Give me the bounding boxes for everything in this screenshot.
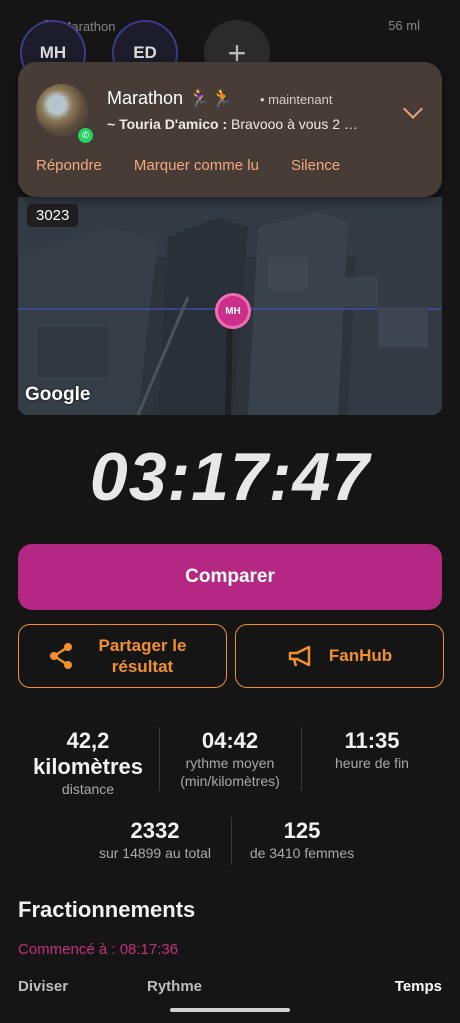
elapsed-timer: 03:17:47 (89, 439, 371, 515)
stat-overall-rank: 2332 sur 14899 au total (80, 818, 230, 862)
pace-value: 04:42 (201, 728, 259, 753)
fanhub-label: FanHub (328, 646, 393, 665)
share-label: Partager le résultat (98, 636, 187, 676)
gesture-nav-bar (0, 995, 460, 1023)
column-pace[interactable]: Rythme (147, 978, 202, 995)
notification-text: Bravooo à vous 2 … (227, 116, 358, 132)
live-map[interactable]: 3023 MH Google (18, 197, 442, 415)
start-time: Commencé à : 08:17:36 (18, 941, 179, 958)
home-handle[interactable] (170, 1008, 290, 1012)
gender-rank-value: 125 (283, 818, 321, 843)
whatsapp-badge-icon: ✆ (76, 126, 95, 145)
gender-rank-label: de 3410 femmes (249, 845, 355, 861)
column-split[interactable]: Diviser (18, 978, 68, 995)
finish-label: heure de fin (335, 755, 409, 771)
notification-time: • maintenant (260, 92, 333, 107)
reply-button[interactable]: Répondre (36, 157, 102, 174)
status-right: 56 ml (388, 18, 420, 33)
notification-message: ~ Touria D'amico : Bravooo à vous 2 … (107, 116, 358, 132)
compare-button[interactable]: Comparer (18, 544, 442, 610)
share-result-button[interactable]: Partager le résultat (18, 624, 227, 688)
stat-finish: 11:35 heure de fin (302, 728, 442, 772)
overall-rank-value: 2332 (130, 818, 180, 843)
splits-title: Fractionnements (18, 897, 196, 922)
notification-title: Marathon 🏃‍♀️🏃 (107, 88, 233, 108)
google-logo: Google (25, 384, 91, 405)
participant-counter: 3023 (27, 204, 79, 227)
notification-sender: ~ Touria D'amico : (107, 116, 228, 132)
stat-pace: 04:42 rythme moyen (min/kilomètres) (160, 728, 300, 790)
overall-rank-label: sur 14899 au total (98, 845, 212, 861)
finish-value: 11:35 (344, 728, 400, 753)
fanhub-button[interactable]: FanHub (235, 624, 444, 688)
column-time[interactable]: Temps (395, 978, 442, 995)
distance-label: distance (61, 781, 115, 797)
mute-button[interactable]: Silence (291, 157, 340, 174)
share-icon (49, 643, 72, 669)
notification-actions: Répondre Marquer comme lu Silence (36, 157, 340, 174)
mark-read-button[interactable]: Marquer comme lu (134, 157, 259, 174)
runner-marker[interactable]: MH (215, 293, 251, 329)
distance-value: 42,2 kilomètres (32, 728, 144, 779)
pace-label: rythme moyen (min/kilomètres) (180, 755, 280, 789)
stat-gender-rank: 125 de 3410 femmes (232, 818, 372, 862)
stat-distance: 42,2 kilomètres distance (18, 728, 158, 798)
whatsapp-notification[interactable]: ✆ Marathon 🏃‍♀️🏃 • maintenant ~ Touria D… (18, 62, 442, 197)
chevron-down-icon[interactable] (403, 99, 423, 119)
megaphone-icon (288, 645, 311, 667)
